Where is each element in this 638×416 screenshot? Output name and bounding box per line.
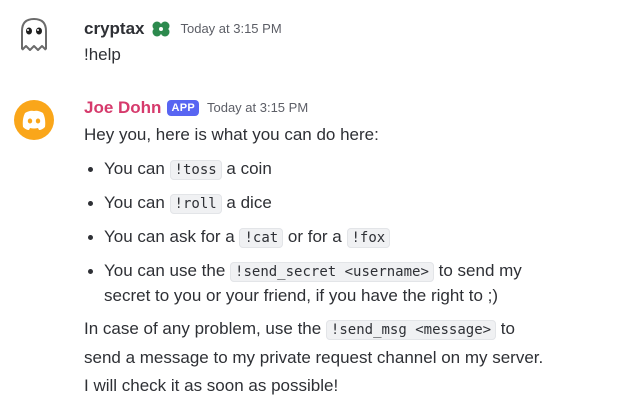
list-item: You can !toss a coin	[84, 157, 624, 182]
bullet-dot	[88, 269, 93, 274]
inline-code: !fox	[346, 228, 391, 248]
item-text: a dice	[221, 193, 272, 212]
item-text: a coin	[221, 159, 272, 178]
list-item: You can !roll a dice	[84, 191, 624, 216]
avatar-joe-dohn[interactable]	[14, 100, 54, 140]
inline-code: !cat	[239, 228, 284, 248]
bullet-dot	[88, 201, 93, 206]
clover-icon	[152, 21, 170, 37]
outro-line: send a message to my private request cha…	[84, 348, 544, 367]
username[interactable]: Joe Dohn	[84, 97, 161, 119]
item-text: You can	[104, 193, 170, 212]
item-text: You can	[104, 159, 170, 178]
inline-code: !toss	[169, 160, 222, 180]
avatar-cryptax[interactable]	[14, 14, 54, 54]
item-text: secret to you or your friend, if you hav…	[104, 286, 499, 305]
bullet-dot	[88, 235, 93, 240]
username[interactable]: cryptax	[84, 18, 144, 40]
outro-line: In case of any problem, use the	[84, 319, 326, 338]
bullet-dot	[88, 167, 93, 172]
inline-code: !roll	[169, 194, 222, 214]
message-header: cryptax Today at 3:15 PM	[84, 18, 282, 40]
outro-line: to	[496, 319, 515, 338]
list-item: You can ask for a !cat or for a !fox	[84, 225, 624, 250]
list-item: You can use the !send_secret <username> …	[84, 259, 624, 308]
item-text: You can use the	[104, 261, 231, 280]
ghost-icon	[21, 18, 47, 51]
item-text: to send my	[433, 261, 522, 280]
inline-code: !send_secret <username>	[230, 262, 434, 282]
inline-code: !send_msg <message>	[325, 320, 497, 340]
role-badge	[150, 19, 172, 39]
item-text: or for a	[283, 227, 347, 246]
item-text: You can ask for a	[104, 227, 240, 246]
discord-logo-icon	[22, 110, 46, 130]
app-badge: APP	[167, 100, 199, 116]
timestamp[interactable]: Today at 3:15 PM	[180, 18, 281, 40]
outro-line: I will check it as soon as possible!	[84, 376, 339, 395]
outro-text: In case of any problem, use the !send_ms…	[84, 315, 624, 400]
message-content: !help	[84, 45, 121, 64]
command-list: You can !toss a coin You can !roll a dic…	[84, 157, 624, 317]
timestamp[interactable]: Today at 3:15 PM	[207, 97, 308, 119]
message-header: Joe Dohn APP Today at 3:15 PM	[84, 97, 308, 119]
intro-text: Hey you, here is what you can do here:	[84, 125, 379, 144]
